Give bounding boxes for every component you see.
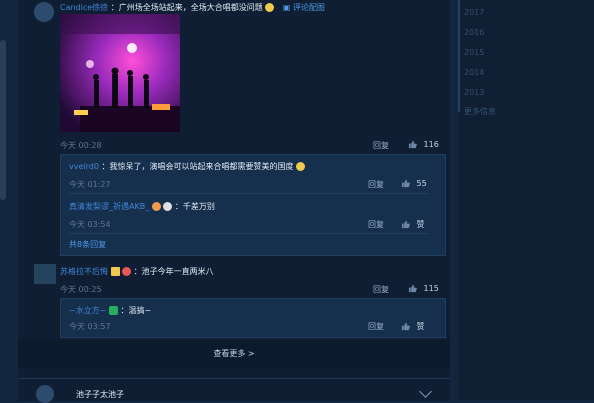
post-user[interactable]: 池子子太池子 bbox=[76, 389, 124, 400]
smile-emoji-icon bbox=[265, 3, 275, 12]
reply-time: 今天 03:54 bbox=[69, 220, 111, 229]
reply-button[interactable]: 回复 bbox=[368, 219, 384, 230]
divider bbox=[69, 233, 429, 234]
v-badge-icon bbox=[110, 267, 120, 276]
comments-panel: Candice徐徐 ：广州场全场站起来，全场大合唱都没问题 ▣ 评论配图 今天 … bbox=[18, 0, 450, 400]
show-all-replies-link[interactable]: 共8条回复 bbox=[69, 239, 106, 250]
reply-text: ：千差万别 bbox=[174, 202, 215, 211]
reply-button[interactable]: 回复 bbox=[373, 284, 389, 295]
like-count: 116 bbox=[423, 140, 439, 149]
badge-emoji-icon bbox=[151, 202, 161, 211]
reply-3: ~水立方~ ：温搞~ bbox=[69, 305, 453, 316]
comment-time: 今天 00:28 bbox=[60, 141, 102, 150]
like-count: 55 bbox=[416, 179, 427, 188]
concert-photo bbox=[60, 14, 180, 132]
reply-text: ：温搞~ bbox=[120, 306, 152, 315]
timeline-line bbox=[458, 0, 460, 112]
avatar[interactable] bbox=[34, 2, 54, 22]
year-2016[interactable]: 2016 bbox=[464, 28, 484, 37]
like-button[interactable]: 115 bbox=[408, 284, 439, 293]
like-button[interactable]: 55 bbox=[401, 179, 427, 188]
year-2015[interactable]: 2015 bbox=[464, 48, 484, 57]
comment-photo[interactable] bbox=[60, 14, 180, 132]
like-button[interactable]: 116 bbox=[408, 140, 439, 149]
reply-button[interactable]: 回复 bbox=[368, 179, 384, 190]
reply-text: ：我惊呆了，演唱会可以站起来合唱都需要赞美的国度 bbox=[101, 162, 294, 171]
reply-time: 今天 03:57 bbox=[69, 322, 111, 331]
reply-user[interactable]: 真清发梨谬_祈遇AKB_ bbox=[69, 202, 149, 211]
year-2013[interactable]: 2013 bbox=[464, 88, 484, 97]
next-post-card: 池子子太池子 bbox=[18, 378, 450, 403]
ghost-emoji-icon bbox=[163, 202, 173, 211]
reply-1: vveird0 ：我惊呆了，演唱会可以站起来合唱都需要赞美的国度 bbox=[69, 161, 453, 172]
like-button[interactable]: 赞 bbox=[401, 321, 425, 332]
thumbs-up-icon bbox=[401, 179, 410, 188]
comment-user[interactable]: Candice徐徐 bbox=[60, 3, 108, 12]
year-2012[interactable]: 更多信息 bbox=[464, 106, 496, 117]
like-label: 赞 bbox=[416, 322, 425, 331]
see-more-button[interactable]: 查看更多 > bbox=[18, 348, 450, 359]
thumbs-up-icon bbox=[401, 220, 410, 229]
archive-sidebar: 2017 2016 2015 2014 2013 更多信息 bbox=[458, 0, 594, 400]
green-emoji-icon bbox=[108, 306, 118, 315]
like-button[interactable]: 赞 bbox=[401, 219, 425, 230]
reply-2: 真清发梨谬_祈遇AKB_ ：千差万别 bbox=[69, 201, 453, 212]
thumbs-up-icon bbox=[408, 140, 417, 149]
comment-user[interactable]: 苏格拉不后悔 bbox=[60, 267, 108, 276]
left-scrollbar[interactable] bbox=[0, 40, 6, 200]
reply-button[interactable]: 回复 bbox=[373, 140, 389, 151]
review-image-link[interactable]: 评论配图 bbox=[293, 3, 325, 12]
replies-box: ~水立方~ ：温搞~ 今天 03:57 回复 赞 bbox=[60, 298, 446, 338]
badge-icon bbox=[122, 267, 132, 276]
reply-user[interactable]: ~水立方~ bbox=[69, 306, 106, 315]
smile-emoji-icon bbox=[296, 162, 306, 171]
chevron-down-icon[interactable] bbox=[419, 385, 432, 398]
thumbs-up-icon bbox=[401, 322, 410, 331]
thumbs-up-icon bbox=[408, 284, 417, 293]
year-2014[interactable]: 2014 bbox=[464, 68, 484, 77]
like-label: 赞 bbox=[416, 220, 425, 229]
replies-box: vveird0 ：我惊呆了，演唱会可以站起来合唱都需要赞美的国度 今天 01:2… bbox=[60, 154, 446, 256]
image-icon[interactable]: ▣ bbox=[283, 3, 291, 12]
year-2017[interactable]: 2017 bbox=[464, 8, 484, 17]
comment-text: ：池子今年一直两米八 bbox=[133, 267, 214, 276]
reply-user[interactable]: vveird0 bbox=[69, 162, 99, 171]
reply-time: 今天 01:27 bbox=[69, 180, 111, 189]
comment-text: ：广州场全场站起来，全场大合唱都没问题 bbox=[110, 3, 263, 12]
like-count: 115 bbox=[423, 284, 439, 293]
reply-button[interactable]: 回复 bbox=[368, 321, 384, 332]
avatar[interactable] bbox=[34, 264, 56, 284]
comment-time: 今天 00:25 bbox=[60, 285, 102, 294]
avatar[interactable] bbox=[36, 385, 54, 403]
divider bbox=[69, 193, 429, 194]
